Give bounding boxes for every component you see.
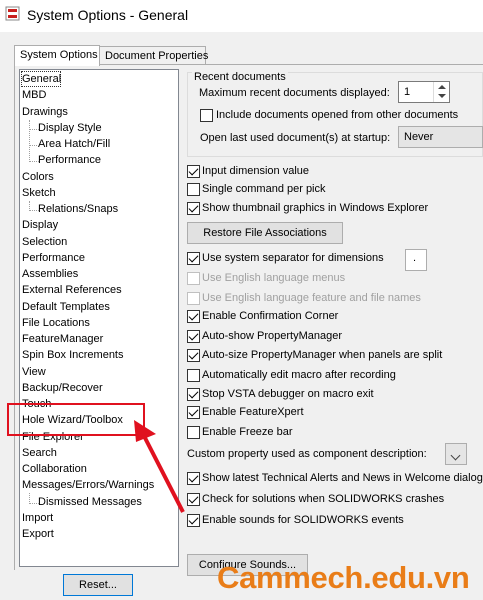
- tree-connector: [29, 210, 39, 211]
- tree-item[interactable]: File Locations: [22, 317, 90, 329]
- tree-item[interactable]: Colors: [22, 171, 54, 183]
- spin-buttons[interactable]: [433, 82, 449, 102]
- red-arrow-icon: [134, 420, 185, 513]
- tree-item[interactable]: Display: [22, 219, 58, 231]
- max-recent-label: Maximum recent documents displayed:: [199, 87, 390, 99]
- tree-item[interactable]: Sketch: [22, 187, 56, 199]
- option-label: Single command per pick: [202, 183, 326, 195]
- tab-system-options[interactable]: System Options: [14, 45, 100, 66]
- option-checkbox[interactable]: [187, 183, 200, 196]
- tree-connector: [29, 119, 30, 163]
- option-checkbox[interactable]: [187, 330, 200, 343]
- separator-value: .: [413, 252, 417, 264]
- tree-item[interactable]: Search: [22, 447, 57, 459]
- option-label: Enable Confirmation Corner: [202, 310, 339, 322]
- option-checkbox[interactable]: [187, 388, 200, 401]
- tree-item[interactable]: Performance: [38, 154, 101, 166]
- option-checkbox[interactable]: [187, 252, 200, 265]
- window-title: System Options - General: [27, 7, 189, 23]
- tree-item[interactable]: Spin Box Increments: [22, 349, 124, 361]
- solidworks-logo-icon: [5, 6, 20, 21]
- watermark-text: Cammech.edu.vn: [217, 560, 470, 595]
- custom-property-dropdown[interactable]: [445, 443, 467, 465]
- tree-connector: [29, 502, 39, 504]
- option-label: Auto-size PropertyManager when panels ar…: [202, 349, 443, 361]
- tree-item[interactable]: Drawings: [22, 106, 68, 118]
- open-last-select[interactable]: Never: [398, 126, 483, 148]
- custom-property-label: Custom property used as component descri…: [187, 448, 427, 460]
- tree-connector: [29, 200, 30, 211]
- option-label: Show thumbnail graphics in Windows Explo…: [202, 202, 429, 214]
- option-label: Enable sounds for SOLIDWORKS events: [202, 514, 404, 526]
- tree-item[interactable]: MBD: [22, 89, 46, 101]
- tree-item[interactable]: Performance: [22, 252, 85, 264]
- tree-item[interactable]: Collaboration: [22, 463, 87, 475]
- tree-item[interactable]: Relations/Snaps: [38, 203, 118, 215]
- option-checkbox: [187, 292, 200, 305]
- tab-document-properties[interactable]: Document Properties: [99, 46, 208, 65]
- option-label: Check for solutions when SOLIDWORKS cras…: [202, 493, 445, 505]
- option-checkbox[interactable]: [187, 202, 200, 215]
- tree-item[interactable]: Export: [22, 528, 54, 540]
- option-checkbox[interactable]: [187, 369, 200, 382]
- recent-documents-legend: Recent documents: [192, 71, 288, 83]
- option-label: Auto-show PropertyManager: [202, 330, 343, 342]
- tree-item[interactable]: Backup/Recover: [22, 382, 103, 394]
- tree-item[interactable]: External References: [22, 284, 122, 296]
- tree-connector: [29, 161, 39, 163]
- tree-item[interactable]: FeatureManager: [22, 333, 103, 345]
- title-bar: System Options - General: [0, 0, 483, 32]
- option-label: Use English language menus: [202, 272, 346, 284]
- tree-connector: [29, 145, 39, 146]
- restore-file-associations-button[interactable]: Restore File Associations: [187, 222, 343, 244]
- option-label: Automatically edit macro after recording: [202, 369, 396, 381]
- option-label: Enable Freeze bar: [202, 426, 293, 438]
- reset-button[interactable]: Reset...: [63, 574, 133, 596]
- option-checkbox[interactable]: [187, 310, 200, 323]
- spin-down-icon[interactable]: [438, 94, 446, 98]
- tree-item[interactable]: View: [22, 366, 46, 378]
- max-recent-value[interactable]: 1: [404, 86, 410, 98]
- option-label: Use English language feature and file na…: [202, 292, 421, 304]
- option-checkbox: [187, 272, 200, 285]
- option-label: Enable FeatureXpert: [202, 406, 304, 418]
- include-documents-label: Include documents opened from other docu…: [216, 109, 459, 121]
- tree-connector: [29, 493, 30, 504]
- spin-up-icon[interactable]: [438, 85, 446, 89]
- tree-item[interactable]: Display Style: [38, 122, 102, 134]
- open-last-label: Open last used document(s) at startup:: [200, 132, 391, 144]
- option-checkbox[interactable]: [187, 406, 200, 419]
- tree-item[interactable]: Area Hatch/Fill: [38, 138, 110, 150]
- tree-item[interactable]: General: [22, 73, 61, 85]
- option-checkbox[interactable]: [187, 349, 200, 362]
- include-documents-checkbox[interactable]: [200, 109, 213, 122]
- separator-field[interactable]: .: [405, 249, 427, 271]
- max-recent-spinbox[interactable]: 1: [398, 81, 450, 103]
- tree-item[interactable]: Import: [22, 512, 53, 524]
- option-label: Stop VSTA debugger on macro exit: [202, 388, 374, 400]
- option-label: Show latest Technical Alerts and News in…: [202, 472, 483, 484]
- open-last-value: Never: [404, 131, 434, 143]
- tree-connector: [29, 128, 39, 130]
- option-checkbox[interactable]: [187, 165, 200, 178]
- tree-item[interactable]: Default Templates: [22, 301, 110, 313]
- tree-item[interactable]: Assemblies: [22, 268, 78, 280]
- option-label: Input dimension value: [202, 165, 310, 177]
- option-label: Use system separator for dimensions: [202, 252, 384, 264]
- tree-item[interactable]: Selection: [22, 236, 67, 248]
